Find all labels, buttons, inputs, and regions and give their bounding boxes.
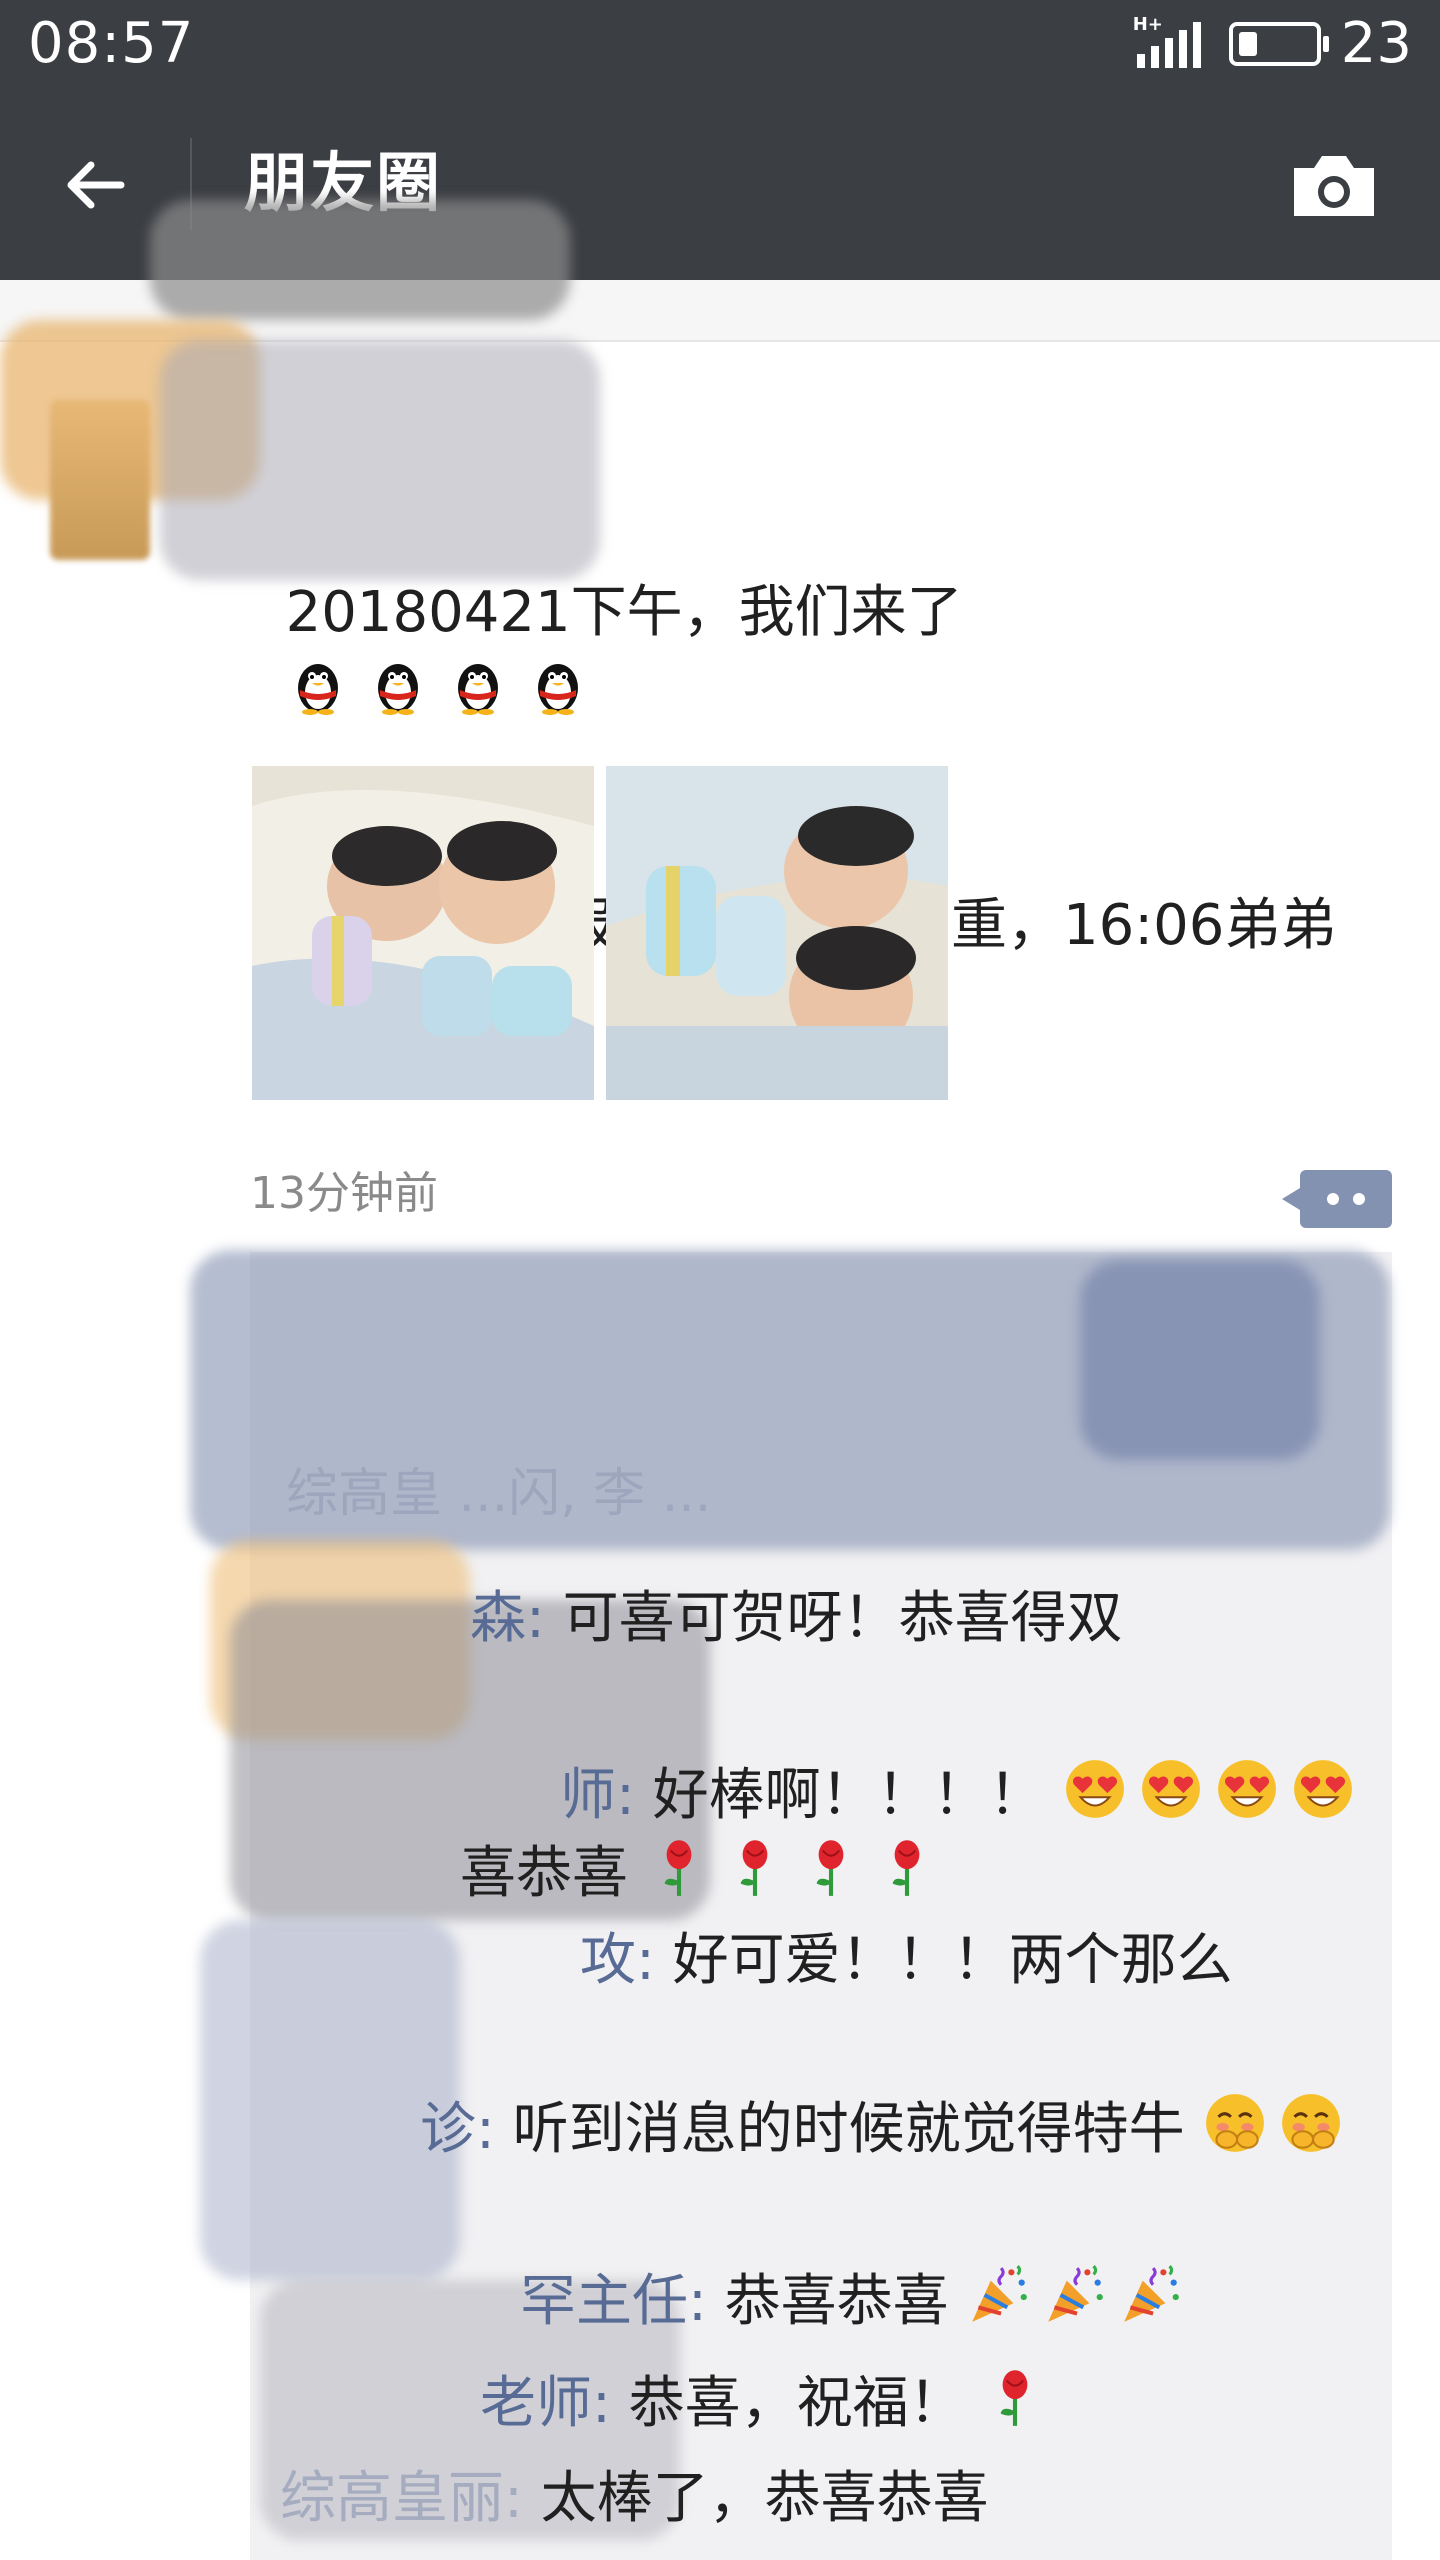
comment-author[interactable]: 师 <box>560 1763 616 1828</box>
arrow-left-icon <box>67 161 125 209</box>
status-time: 08:57 <box>28 11 195 76</box>
penguin-emojis <box>286 659 606 724</box>
heart-eyes-icon <box>1294 1760 1353 1818</box>
comment-7[interactable]: 综高皇丽: 太棒了，恭喜恭喜 <box>280 2460 1380 2538</box>
comment-1[interactable]: 森: 可喜可贺呀！恭喜得双 <box>470 1580 1440 1658</box>
back-button[interactable] <box>50 140 140 230</box>
status-bar: 08:57 H+ 23 <box>0 0 1440 88</box>
comment-4[interactable]: 诊: 听到消息的时候就觉得特牛 <box>420 2090 1440 2169</box>
battery-level: 23 <box>1340 11 1412 76</box>
twins-photo-icon <box>606 766 948 1100</box>
rose-icon <box>816 1840 844 1896</box>
rose-icon <box>1001 2370 1028 2426</box>
comment-text: 太棒了，恭喜恭喜 <box>540 2466 989 2531</box>
giggle-icon <box>1206 2094 1265 2152</box>
post-photo-2[interactable] <box>606 766 948 1100</box>
battery-icon <box>1228 22 1329 66</box>
comment-author[interactable]: 诊 <box>420 2097 476 2162</box>
comment-5[interactable]: 罕主任: 恭喜恭喜 <box>520 2262 1440 2341</box>
comment-text: 恭喜恭喜 <box>724 2269 949 2334</box>
comment-text: 好棒啊！！！！ <box>652 1763 1045 1828</box>
more-actions-button[interactable] <box>1282 1170 1392 1228</box>
twins-photo-icon <box>252 766 594 1100</box>
redaction-scribble <box>1080 1260 1320 1460</box>
penguin-emoji-icon <box>297 664 338 715</box>
camera-button[interactable] <box>1288 150 1380 222</box>
comment-text: 听到消息的时候就觉得特牛 <box>512 2097 1185 2162</box>
dot-icon <box>1353 1193 1365 1205</box>
comment-author[interactable]: 老师 <box>480 2371 592 2436</box>
rose-icon <box>740 1840 768 1896</box>
comment-6[interactable]: 老师: 恭喜，祝福！ <box>480 2364 1440 2443</box>
signal-icon: H+ <box>1133 14 1209 68</box>
comment-text: 喜恭喜 <box>460 1841 628 1906</box>
rose-icon <box>892 1840 920 1896</box>
rose-icon <box>664 1840 692 1896</box>
comment-text: 恭喜，祝福！ <box>628 2371 965 2436</box>
comment-text: 可喜可贺呀！恭喜得双 <box>562 1586 1123 1651</box>
comment-2[interactable]: 师: 好棒啊！！！！ <box>560 1756 1440 1835</box>
party-popper-icon <box>1048 2265 1104 2322</box>
comment-author[interactable]: 森 <box>470 1586 526 1651</box>
status-indicators: H+ 23 <box>1133 12 1412 76</box>
post-time: 13分钟前 <box>250 1168 438 1219</box>
party-popper-icon <box>972 2265 1028 2322</box>
heart-eyes-icon <box>1218 1760 1277 1818</box>
party-popper-icon <box>1124 2265 1180 2322</box>
redaction-scribble <box>150 200 570 320</box>
giggle-icon <box>1282 2094 1341 2152</box>
comment-3[interactable]: 攻: 好可爱！！！两个那么 <box>580 1922 1440 2000</box>
comment-2-cont: 喜恭喜 <box>460 1834 1440 1913</box>
heart-eyes-icon <box>1066 1760 1125 1818</box>
battery-fill <box>1238 32 1257 56</box>
comment-author[interactable]: 罕主任 <box>520 2269 688 2334</box>
likes-row: 综高皇 ...闪, 李 ... <box>286 1464 712 1524</box>
dot-icon <box>1327 1193 1339 1205</box>
comment-text: 好可爱！！！两个那么 <box>672 1928 1233 1993</box>
penguin-emoji-icon <box>537 664 578 715</box>
penguin-emoji-icon <box>457 664 498 715</box>
heart-eyes-icon <box>1142 1760 1201 1818</box>
camera-icon <box>1294 156 1374 216</box>
penguin-emoji-icon <box>377 664 418 715</box>
avatar[interactable] <box>50 400 150 560</box>
post-photo-1[interactable] <box>252 766 594 1100</box>
comment-author[interactable]: 综高皇丽 <box>280 2466 504 2531</box>
comment-author[interactable]: 攻 <box>580 1928 636 1993</box>
post-text-line1: 20180421下午，我们来了 <box>285 580 963 645</box>
